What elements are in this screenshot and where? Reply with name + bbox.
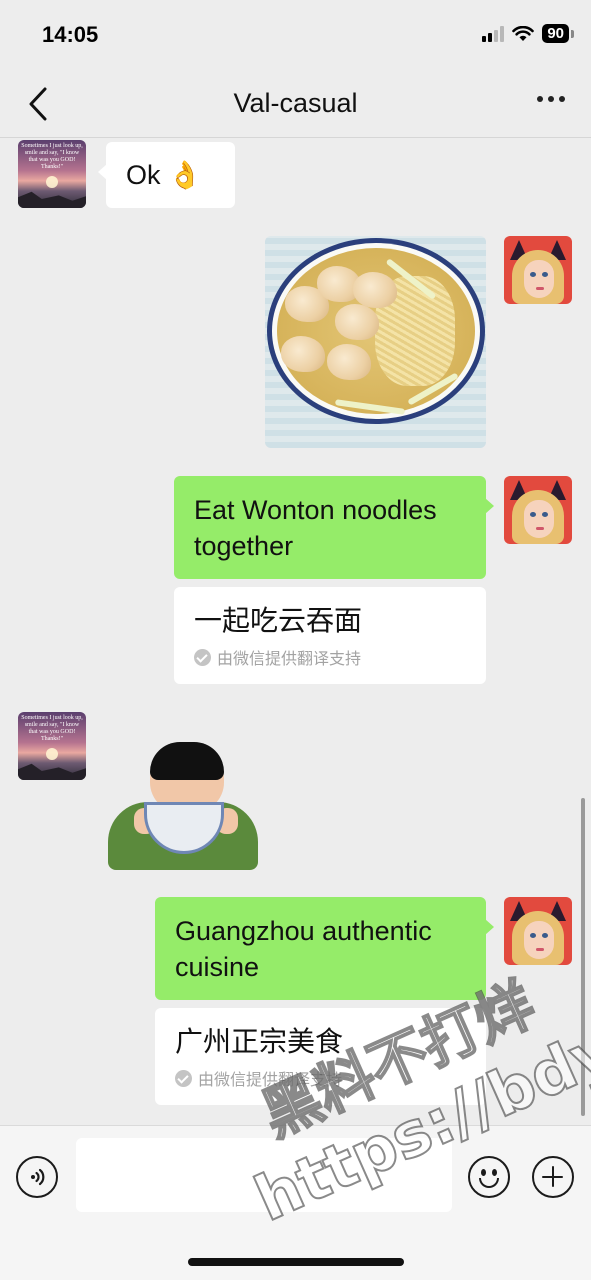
translation-source-label: 由微信提供翻译支持 <box>198 1070 343 1089</box>
translation-text: 广州正宗美食 <box>175 1025 344 1058</box>
translation-source: 由微信提供翻译支持 <box>175 1066 466 1090</box>
check-circle-icon <box>175 1069 192 1087</box>
more-dots-icon <box>537 96 543 102</box>
emoji-button[interactable] <box>468 1156 510 1198</box>
battery-indicator: 90 <box>542 24 574 43</box>
more-options-button[interactable] <box>537 96 565 102</box>
check-circle-icon <box>194 648 211 666</box>
outgoing-message-bubble[interactable]: Guangzhou authentic cuisine <box>155 897 494 1000</box>
kid-drinking-bowl-sticker[interactable] <box>104 740 264 870</box>
chat-message-list[interactable]: Sometimes I just look up, smile and say,… <box>0 138 591 1125</box>
voice-icon <box>31 1168 45 1186</box>
translation-card[interactable]: 一起吃云吞面 由微信提供翻译支持 <box>174 587 486 684</box>
my-avatar[interactable] <box>504 236 572 304</box>
incoming-message-bubble[interactable]: Ok 👌 <box>98 142 235 208</box>
my-avatar[interactable] <box>504 476 572 544</box>
wonton-noodles-photo[interactable] <box>265 236 486 448</box>
my-avatar[interactable] <box>504 897 572 965</box>
status-bar: 14:05 90 <box>0 0 591 70</box>
wifi-icon <box>512 25 535 41</box>
outgoing-message-bubble[interactable]: Eat Wonton noodles together <box>174 476 494 579</box>
avatar-caption: Sometimes I just look up, smile and say,… <box>21 715 83 742</box>
translation-card[interactable]: 广州正宗美食 由微信提供翻译支持 <box>155 1008 486 1105</box>
translation-source-label: 由微信提供翻译支持 <box>217 649 362 668</box>
contact-avatar[interactable]: Sometimes I just look up, smile and say,… <box>18 140 86 208</box>
voice-input-button[interactable] <box>16 1156 58 1198</box>
cellular-signal-icon <box>482 25 505 42</box>
status-time: 14:05 <box>42 22 99 47</box>
emoji-icon <box>481 1169 486 1176</box>
translation-text: 一起吃云吞面 <box>194 604 363 637</box>
chat-header: Val-casual <box>0 70 591 138</box>
scroll-indicator[interactable] <box>581 798 585 1116</box>
chat-title: Val-casual <box>233 88 358 118</box>
more-functions-plus-button[interactable] <box>532 1156 574 1198</box>
home-indicator <box>188 1258 404 1266</box>
message-input-bar <box>0 1125 591 1280</box>
translation-source: 由微信提供翻译支持 <box>194 645 466 669</box>
avatar-caption: Sometimes I just look up, smile and say,… <box>21 143 83 170</box>
contact-avatar[interactable]: Sometimes I just look up, smile and say,… <box>18 712 86 780</box>
message-input[interactable] <box>76 1138 452 1212</box>
status-icons: 90 <box>482 24 574 43</box>
